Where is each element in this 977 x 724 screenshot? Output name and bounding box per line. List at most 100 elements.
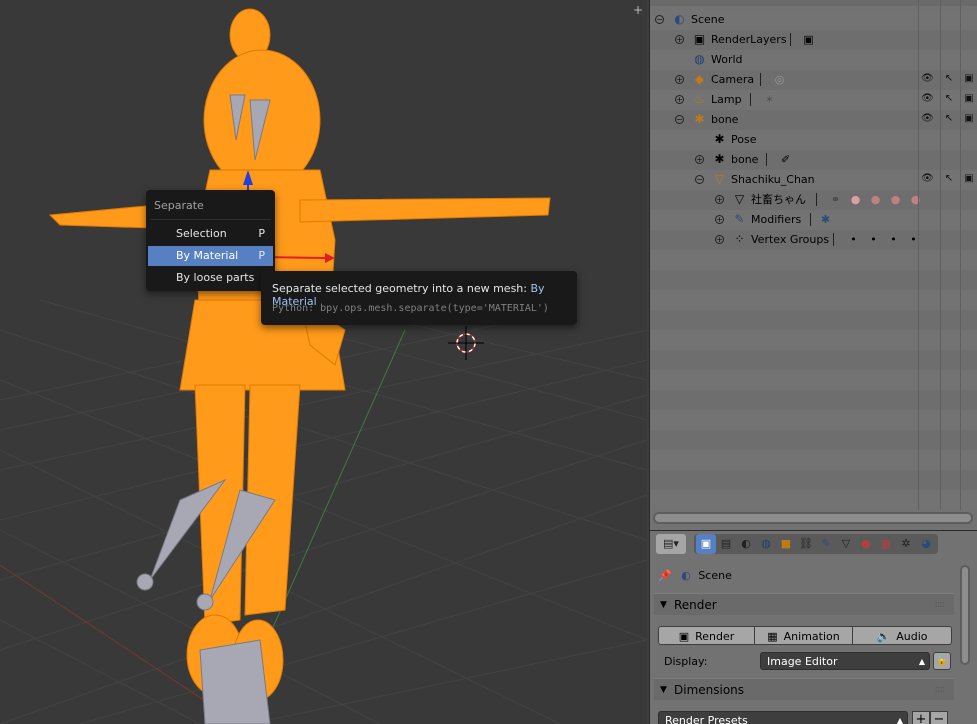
display-label: Display:: [664, 655, 708, 668]
visibility-eye-icon[interactable]: 👁: [921, 93, 934, 105]
menu-item-by-loose-parts[interactable]: By loose parts: [148, 268, 273, 288]
material-icon[interactable]: ⚭: [828, 192, 843, 207]
outliner-row-lamp[interactable]: + ♨ Lamp ✶ 👁 ↖ ▣: [650, 90, 977, 110]
add-preset-button[interactable]: +: [912, 711, 930, 724]
viewport-scene[interactable]: [0, 0, 647, 724]
select-cursor-icon[interactable]: ↖: [943, 73, 955, 85]
visibility-eye-icon[interactable]: 👁: [921, 113, 934, 125]
visibility-eye-icon[interactable]: 👁: [921, 173, 934, 185]
collapse-icon[interactable]: −: [655, 15, 664, 24]
expand-icon[interactable]: +: [675, 95, 684, 104]
editor-type-menu[interactable]: ▤▾: [656, 534, 686, 554]
collapse-icon[interactable]: −: [695, 175, 704, 184]
armature-modifier-icon[interactable]: ✱: [818, 212, 833, 227]
render-camera-icon[interactable]: ▣: [963, 93, 975, 105]
outliner-row-camera[interactable]: + ◆ Camera ◎ 👁 ↖ ▣: [650, 70, 977, 90]
camera-data-icon[interactable]: ◎: [772, 72, 787, 87]
tab-object-icon[interactable]: ■: [776, 534, 796, 554]
tab-render-camera-icon[interactable]: ▣: [696, 534, 716, 554]
lamp-data-icon[interactable]: ✶: [762, 92, 777, 107]
empty-row: [650, 470, 977, 490]
remove-preset-button[interactable]: −: [930, 711, 948, 724]
properties-editor[interactable]: ▤▾ ▣ ▤ ◐ ◍ ■ ⛓ ✎ ▽ ● ▦ ✲ ◕ 📌 ◐ Scene ▼ R…: [649, 530, 977, 724]
drag-grip-icon[interactable]: ::::: [935, 594, 946, 616]
menu-item-by-material[interactable]: By Material P: [148, 246, 273, 266]
animation-button[interactable]: ▦ Animation: [754, 626, 853, 645]
outliner-row-scene[interactable]: − ◐ Scene: [650, 10, 977, 30]
outliner-row-bone[interactable]: − ✱ bone 👁 ↖ ▣: [650, 110, 977, 130]
empty-row: [650, 450, 977, 470]
button-label: Audio: [896, 630, 928, 643]
outliner-row-renderlayers[interactable]: + ▣ RenderLayers ▣: [650, 30, 977, 50]
lock-interface-icon[interactable]: 🔓: [933, 652, 951, 670]
display-dropdown[interactable]: Image Editor ▲: [760, 652, 930, 670]
render-presets-dropdown[interactable]: Render Presets ▲: [658, 711, 908, 724]
render-camera-icon[interactable]: ▣: [963, 173, 975, 185]
empty-row: [650, 430, 977, 450]
expand-icon[interactable]: +: [715, 195, 724, 204]
outliner-row-modifiers[interactable]: + ✎ Modifiers ✱: [650, 210, 977, 230]
wrench-icon: ✎: [734, 212, 745, 226]
tab-particles-icon[interactable]: ✲: [896, 534, 916, 554]
expand-icon[interactable]: +: [715, 235, 724, 244]
tab-constraints-icon[interactable]: ⛓: [796, 534, 816, 554]
outliner[interactable]: − ◐ Scene + ▣ RenderLayers ▣ ◍ World + ◆…: [649, 0, 977, 530]
outliner-row-bone-data[interactable]: + ✱ bone ✐: [650, 150, 977, 170]
expand-icon[interactable]: +: [675, 75, 684, 84]
3d-viewport[interactable]: + Separate Selection P By Material P By …: [0, 0, 647, 724]
drag-grip-icon[interactable]: ::::: [935, 679, 946, 701]
outliner-row-pose[interactable]: ✱ Pose: [650, 130, 977, 150]
material-sphere-icon[interactable]: ●: [848, 192, 863, 207]
menu-item-selection[interactable]: Selection P: [148, 224, 273, 244]
expand-icon[interactable]: +: [695, 155, 704, 164]
tab-render-layers-icon[interactable]: ▤: [716, 534, 736, 554]
render-button[interactable]: ▣ Render: [658, 626, 755, 645]
material-sphere-icon[interactable]: ●: [868, 192, 883, 207]
outliner-horizontal-scrollbar[interactable]: [653, 512, 973, 524]
bone-icon[interactable]: ✐: [778, 152, 793, 167]
tab-modifiers-wrench-icon[interactable]: ✎: [816, 534, 836, 554]
select-cursor-icon[interactable]: ↖: [943, 93, 955, 105]
select-cursor-icon[interactable]: ↖: [943, 173, 955, 185]
outliner-row-mesh-data[interactable]: + ▽ 社畜ちゃん ⚭ ● ● ● ●: [650, 190, 977, 210]
tab-scene-icon[interactable]: ◐: [736, 534, 756, 554]
visibility-eye-icon[interactable]: 👁: [921, 73, 934, 85]
vertex-group-dot-icon[interactable]: •: [866, 232, 881, 247]
audio-button[interactable]: 🔈 Audio: [852, 626, 952, 645]
row-label: Modifiers: [751, 213, 802, 226]
material-sphere-icon[interactable]: ●: [888, 192, 903, 207]
properties-vertical-scrollbar[interactable]: [960, 565, 970, 665]
select-cursor-icon[interactable]: ↖: [943, 113, 955, 125]
dimensions-panel-header[interactable]: ▼ Dimensions ::::: [654, 678, 954, 700]
tooltip-text: Separate selected geometry into a new me…: [272, 282, 527, 295]
pin-icon[interactable]: 📌: [658, 569, 672, 582]
vertex-group-dot-icon[interactable]: •: [886, 232, 901, 247]
tab-physics-icon[interactable]: ◕: [916, 534, 936, 554]
tab-world-icon[interactable]: ◍: [756, 534, 776, 554]
render-panel-header[interactable]: ▼ Render ::::: [654, 593, 954, 615]
row-label: World: [711, 53, 743, 66]
material-sphere-icon[interactable]: ●: [908, 192, 923, 207]
expand-icon[interactable]: +: [675, 35, 684, 44]
render-layer-icon[interactable]: ▣: [801, 32, 816, 47]
separator: [750, 93, 751, 106]
scrollbar-thumb[interactable]: [655, 514, 971, 522]
scrollbar-thumb[interactable]: [962, 567, 968, 663]
tab-material-icon[interactable]: ●: [856, 534, 876, 554]
render-camera-icon[interactable]: ▣: [963, 113, 975, 125]
3d-cursor: [448, 326, 484, 360]
tab-texture-icon[interactable]: ▦: [876, 534, 896, 554]
outliner-row-world[interactable]: ◍ World: [650, 50, 977, 70]
pose-icon: ✱: [714, 132, 725, 146]
clapperboard-icon: ▦: [767, 630, 778, 643]
collapse-icon[interactable]: −: [675, 115, 684, 124]
expand-icon[interactable]: +: [715, 215, 724, 224]
region-toggle-plus-icon[interactable]: +: [632, 4, 644, 16]
outliner-row-vertex-groups[interactable]: + ⁘ Vertex Groups • • • •: [650, 230, 977, 250]
tab-data-icon[interactable]: ▽: [836, 534, 856, 554]
vertex-group-dot-icon[interactable]: •: [846, 232, 861, 247]
collapse-triangle-icon: ▼: [660, 685, 667, 695]
outliner-row-shachiku-chan[interactable]: − ▽ Shachiku_Chan 👁 ↖ ▣: [650, 170, 977, 190]
render-camera-icon[interactable]: ▣: [963, 73, 975, 85]
menu-divider: [150, 219, 271, 220]
